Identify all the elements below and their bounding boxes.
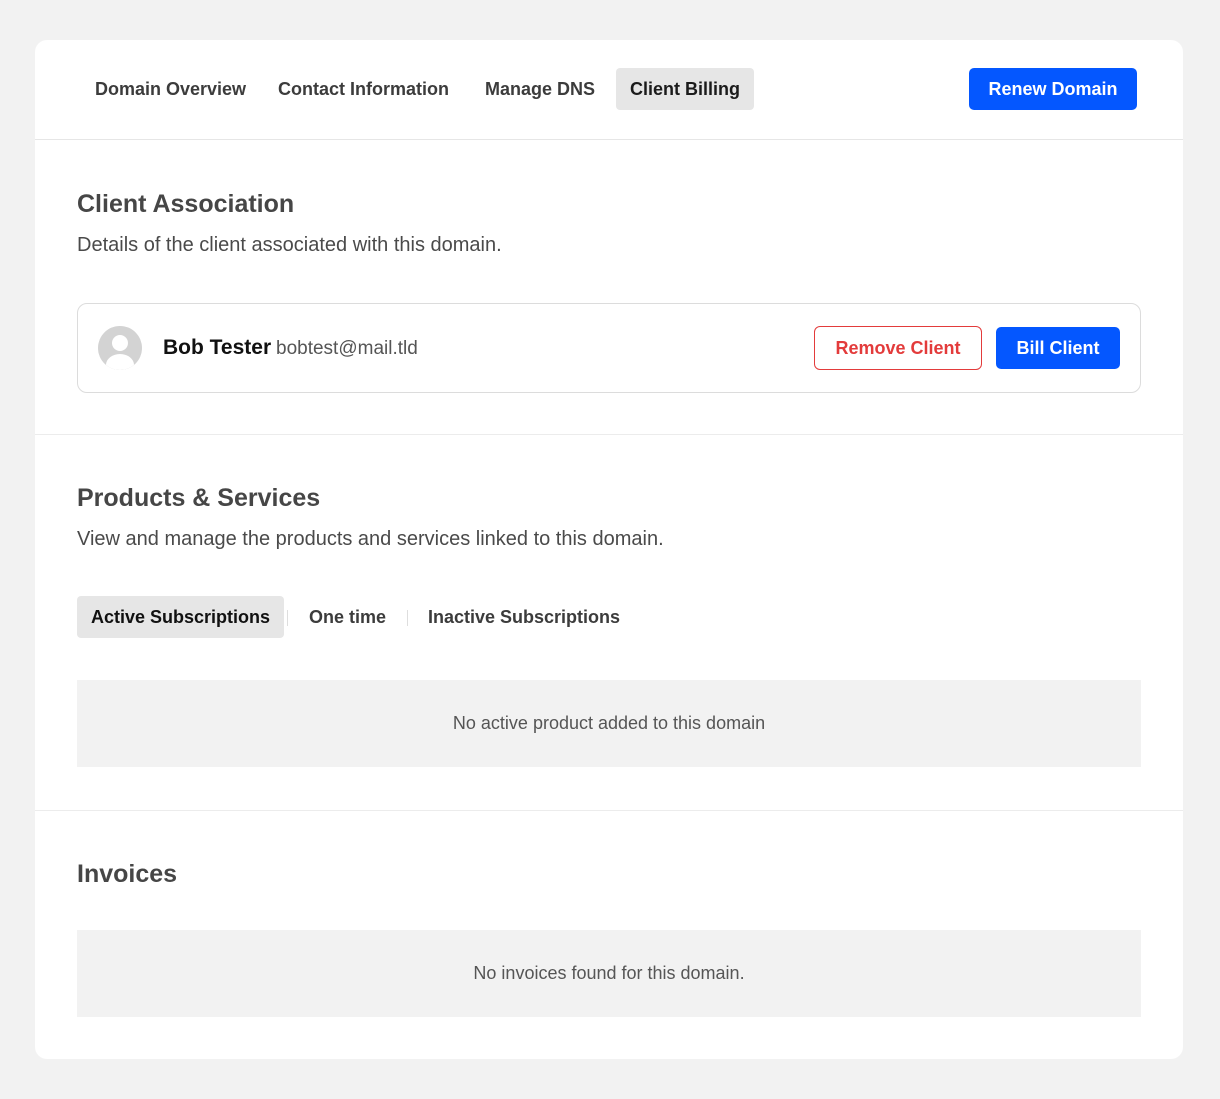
client-association-section: Client Association Details of the client… [35, 141, 1183, 435]
renew-domain-button[interactable]: Renew Domain [969, 68, 1137, 110]
invoices-section: Invoices No invoices found for this doma… [35, 811, 1183, 1059]
client-email: bobtest@mail.tld [276, 338, 418, 359]
section-title: Invoices [77, 860, 178, 888]
tab-contact-information[interactable]: Contact Information [264, 68, 463, 110]
section-title: Client Association [77, 190, 295, 218]
client-card: Bob Tester bobtest@mail.tld Remove Clien… [77, 303, 1141, 393]
tab-separator [287, 610, 288, 626]
user-avatar-icon [98, 326, 142, 370]
tab-one-time[interactable]: One time [295, 596, 400, 638]
section-description: Details of the client associated with th… [77, 234, 502, 256]
invoices-empty-state: No invoices found for this domain. [77, 930, 1141, 1017]
tab-active-subscriptions[interactable]: Active Subscriptions [77, 596, 285, 638]
client-name: Bob Tester [163, 336, 272, 359]
tab-client-billing[interactable]: Client Billing [616, 68, 754, 110]
tab-domain-overview[interactable]: Domain Overview [81, 68, 260, 110]
section-description: View and manage the products and service… [77, 528, 664, 550]
products-services-section: Products & Services View and manage the … [35, 435, 1183, 811]
section-title: Products & Services [77, 484, 321, 512]
tab-separator [407, 610, 408, 626]
domain-billing-card: Domain Overview Contact Information Mana… [35, 40, 1183, 1059]
top-navigation: Domain Overview Contact Information Mana… [35, 40, 1183, 140]
remove-client-button[interactable]: Remove Client [814, 326, 982, 370]
bill-client-button[interactable]: Bill Client [996, 327, 1120, 369]
products-empty-state: No active product added to this domain [77, 680, 1141, 767]
tab-inactive-subscriptions[interactable]: Inactive Subscriptions [414, 596, 634, 638]
tab-manage-dns[interactable]: Manage DNS [471, 68, 609, 110]
